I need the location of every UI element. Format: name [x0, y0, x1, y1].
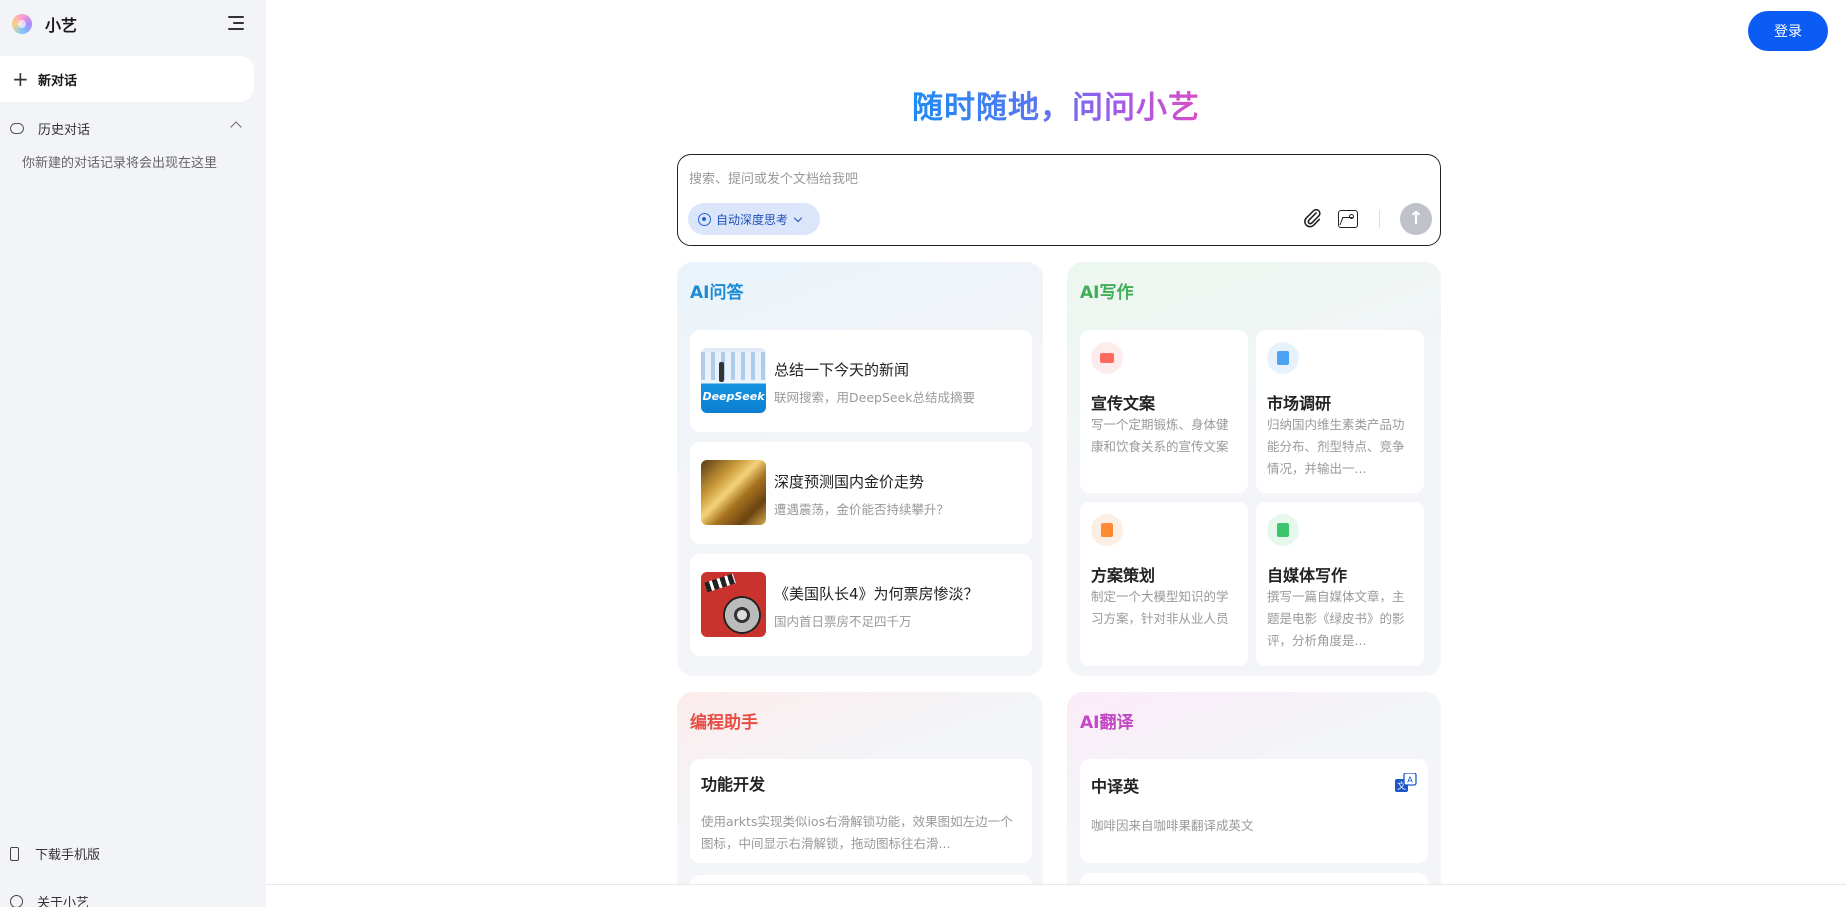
qa-title: AI问答	[690, 283, 744, 303]
coding-card[interactable]: 功能开发 使用arkts实现类似ios右滑解锁功能，效果图如左边一个图标，中间显…	[690, 759, 1032, 863]
film-reel-thumbnail	[701, 572, 766, 637]
collapse-sidebar-icon[interactable]	[228, 15, 246, 31]
deepseek-thumb-text: DeepSeek	[702, 390, 765, 403]
article-icon	[1267, 514, 1299, 546]
writing-card-title: 宣传文案	[1091, 394, 1156, 413]
writing-card-desc: 制定一个大模型知识的学习方案，针对非从业人员	[1091, 589, 1229, 626]
svg-text:A: A	[1407, 776, 1413, 785]
chat-composer[interactable]: 搜索、提问或发个文档给我吧 自动深度思考 ↑	[677, 154, 1441, 246]
hero-title: 随时随地，问问小艺	[912, 90, 1200, 126]
promo-icon	[1091, 342, 1123, 374]
translate-card[interactable]: 中译英 咖啡因来自咖啡果翻译成英文 文 A	[1080, 759, 1428, 863]
writing-card-desc: 归纳国内维生素类产品功能分布、剂型特点、竞争情况，并输出一...	[1267, 417, 1405, 476]
history-toggle[interactable]: 历史对话	[10, 118, 242, 138]
bottom-bar	[266, 884, 1846, 907]
qa-card-subtitle: 国内首日票房不足四千万	[774, 614, 912, 629]
brand-name: 小艺	[45, 16, 78, 35]
chevron-up-icon	[230, 121, 242, 133]
chat-bubble-icon	[10, 122, 24, 134]
xiaoyi-logo-icon	[12, 14, 32, 34]
writing-card[interactable]: 自媒体写作 撰写一篇自媒体文章，主题是电影《绿皮书》的影评，分析角度是...	[1256, 502, 1424, 666]
deep-think-label: 自动深度思考	[716, 212, 789, 227]
send-button[interactable]: ↑	[1400, 203, 1432, 235]
news-thumbnail: DeepSeek	[701, 348, 766, 413]
history-label: 历史对话	[38, 122, 91, 138]
phone-icon	[10, 846, 19, 861]
new-chat-button[interactable]: + 新对话	[0, 56, 254, 102]
writing-card-title: 自媒体写作	[1267, 566, 1348, 585]
history-empty-text: 你新建的对话记录将会出现在这里	[22, 156, 218, 171]
download-app-link[interactable]: 下载手机版	[10, 844, 100, 863]
about-link[interactable]: 关于小艺	[10, 892, 89, 907]
qa-card-subtitle: 遭遇震荡，金价能否持续攀升？	[774, 502, 950, 517]
translate-title: AI翻译	[1080, 713, 1134, 733]
download-label: 下载手机版	[35, 848, 101, 863]
qa-card-subtitle: 联网搜索，用DeepSeek总结成摘要	[774, 390, 975, 405]
brand[interactable]: 小艺	[12, 13, 77, 35]
sidebar: 小艺 + 新对话 历史对话 你新建的对话记录将会出现在这里 下载手机版 关于小艺	[0, 0, 266, 907]
translate-card-desc: 咖啡因来自咖啡果翻译成英文	[1091, 818, 1254, 833]
writing-card[interactable]: 市场调研 归纳国内维生素类产品功能分布、剂型特点、竞争情况，并输出一...	[1256, 330, 1424, 493]
writing-card-desc: 撰写一篇自媒体文章，主题是电影《绿皮书》的影评，分析角度是...	[1267, 589, 1405, 648]
new-chat-label: 新对话	[38, 73, 78, 89]
plan-icon	[1091, 514, 1123, 546]
chevron-down-icon	[793, 213, 803, 222]
qa-card-title: 总结一下今天的新闻	[774, 361, 910, 379]
toolbar-divider	[1379, 210, 1380, 228]
paperclip-icon[interactable]	[1301, 207, 1323, 229]
coding-card-desc: 使用arkts实现类似ios右滑解锁功能，效果图如左边一个图标，中间显示右滑解锁…	[701, 814, 1013, 851]
writing-card-title: 方案策划	[1091, 566, 1156, 585]
info-icon	[10, 895, 23, 907]
gold-thumbnail	[701, 460, 766, 525]
writing-title: AI写作	[1080, 283, 1134, 303]
document-icon	[1267, 342, 1299, 374]
qa-card[interactable]: 深度预测国内金价走势 遭遇震荡，金价能否持续攀升？	[690, 442, 1032, 544]
qa-panel: AI问答 DeepSeek 总结一下今天的新闻 联网搜索，用DeepSeek总结…	[677, 262, 1043, 676]
coding-title: 编程助手	[690, 713, 758, 733]
translate-panel: AI翻译 中译英 咖啡因来自咖啡果翻译成英文 文 A	[1067, 692, 1441, 907]
translate-icon: 文 A	[1395, 773, 1417, 792]
writing-panel: AI写作 宣传文案 写一个定期锻炼、身体健康和饮食关系的宣传文案 市场调研 归纳…	[1067, 262, 1441, 676]
plus-icon: +	[12, 67, 29, 91]
atom-icon	[698, 212, 711, 226]
coding-panel: 编程助手 功能开发 使用arkts实现类似ios右滑解锁功能，效果图如左边一个图…	[677, 692, 1043, 907]
translate-card-title: 中译英	[1091, 777, 1140, 796]
qa-card[interactable]: 《美国队长4》为何票房惨淡？ 国内首日票房不足四千万	[690, 554, 1032, 656]
qa-card-title: 深度预测国内金价走势	[774, 473, 925, 491]
writing-card-title: 市场调研	[1267, 394, 1332, 413]
image-upload-icon[interactable]	[1338, 210, 1358, 228]
qa-card-title: 《美国队长4》为何票房惨淡？	[774, 585, 979, 603]
about-label: 关于小艺	[37, 896, 90, 907]
main-content: 登录 随时随地，问问小艺 搜索、提问或发个文档给我吧 自动深度思考 ↑ AI问答…	[266, 0, 1846, 907]
composer-placeholder[interactable]: 搜索、提问或发个文档给我吧	[689, 168, 858, 187]
writing-card-desc: 写一个定期锻炼、身体健康和饮食关系的宣传文案	[1091, 417, 1229, 454]
writing-card[interactable]: 宣传文案 写一个定期锻炼、身体健康和饮食关系的宣传文案	[1080, 330, 1248, 493]
qa-card[interactable]: DeepSeek 总结一下今天的新闻 联网搜索，用DeepSeek总结成摘要	[690, 330, 1032, 432]
deep-think-chip[interactable]: 自动深度思考	[688, 203, 820, 235]
writing-card[interactable]: 方案策划 制定一个大模型知识的学习方案，针对非从业人员	[1080, 502, 1248, 666]
coding-card-title: 功能开发	[701, 775, 766, 794]
login-button[interactable]: 登录	[1748, 11, 1828, 51]
